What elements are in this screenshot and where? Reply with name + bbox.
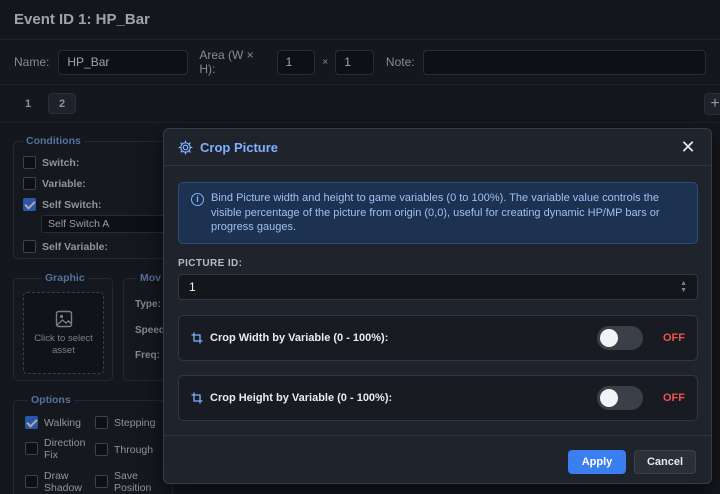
crop-width-toggle[interactable] bbox=[597, 326, 643, 350]
info-icon: i bbox=[191, 193, 204, 206]
gear-icon bbox=[178, 139, 193, 155]
stepper-icon[interactable]: ▲ ▼ bbox=[680, 280, 687, 294]
close-icon[interactable]: ✕ bbox=[679, 137, 697, 157]
crop-height-label: Crop Height by Variable (0 - 100%): bbox=[210, 392, 393, 404]
crop-height-state: OFF bbox=[663, 392, 685, 404]
cancel-button[interactable]: Cancel bbox=[634, 450, 696, 474]
crop-picture-dialog: Crop Picture ✕ i Bind Picture width and … bbox=[163, 128, 712, 484]
info-banner: i Bind Picture width and height to game … bbox=[178, 182, 698, 244]
info-text: Bind Picture width and height to game va… bbox=[211, 192, 660, 233]
crop-height-toggle[interactable] bbox=[597, 386, 643, 410]
dialog-header: Crop Picture ✕ bbox=[164, 129, 711, 166]
apply-button[interactable]: Apply bbox=[568, 450, 626, 474]
crop-width-row: Crop Width by Variable (0 - 100%): OFF bbox=[178, 315, 698, 361]
dialog-title: Crop Picture bbox=[200, 139, 279, 155]
dialog-footer: Apply Cancel bbox=[164, 435, 711, 485]
picture-id-input[interactable]: 1 ▲ ▼ bbox=[178, 274, 698, 300]
picture-id-value: 1 bbox=[189, 280, 196, 294]
crop-icon bbox=[191, 392, 203, 404]
crop-width-state: OFF bbox=[663, 332, 685, 344]
crop-width-label: Crop Width by Variable (0 - 100%): bbox=[210, 332, 389, 344]
crop-icon bbox=[191, 332, 203, 344]
picture-id-label: PICTURE ID: bbox=[178, 258, 243, 269]
crop-height-row: Crop Height by Variable (0 - 100%): OFF bbox=[178, 375, 698, 421]
